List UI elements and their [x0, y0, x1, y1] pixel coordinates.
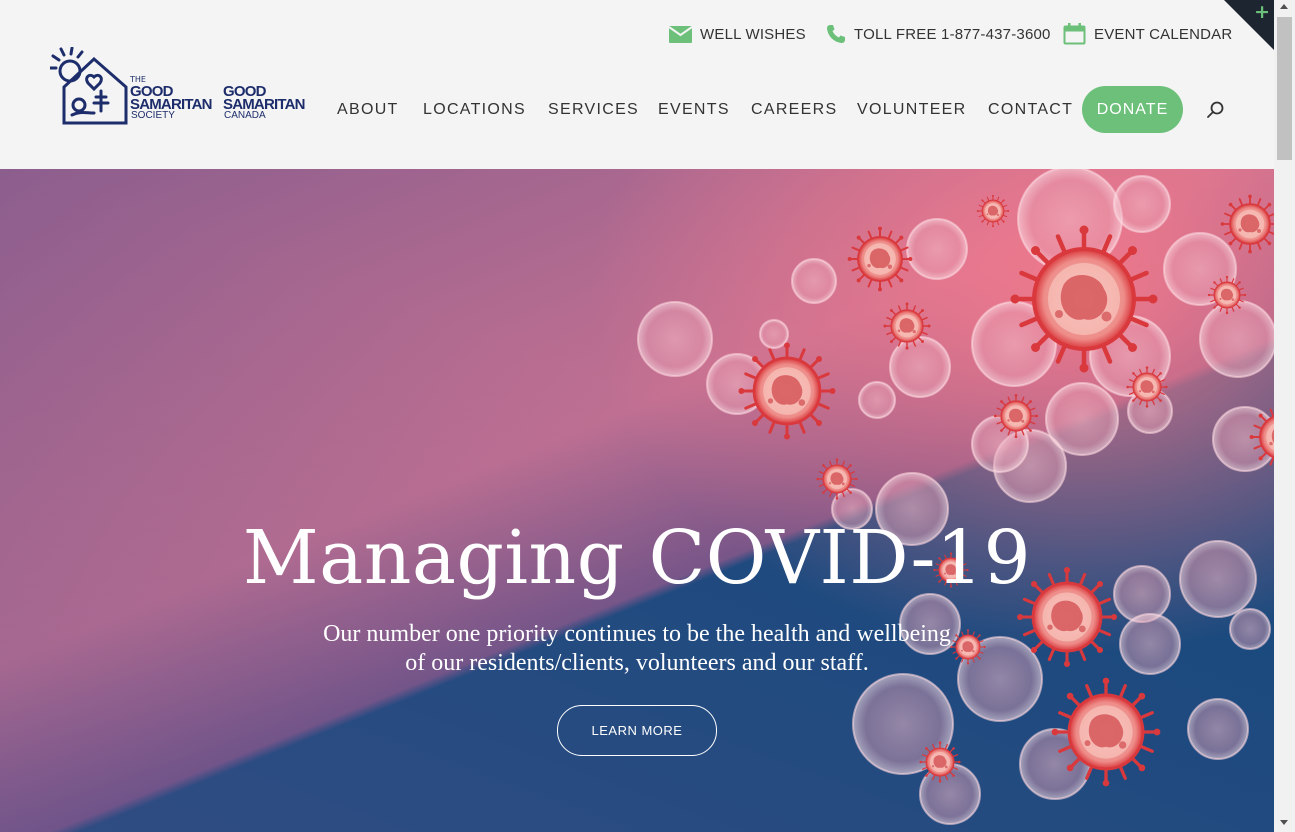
scrollbar-thumb[interactable]	[1277, 17, 1292, 160]
well-wishes-link[interactable]: WELL WISHES	[669, 22, 806, 46]
event-calendar-link[interactable]: EVENT CALENDAR	[1063, 22, 1232, 46]
logo-good-samaritan: GOOD SAMARITAN	[130, 83, 212, 113]
hero-subtitle: Our number one priority continues to be …	[237, 620, 1037, 678]
hero-subtitle-line-1: Our number one priority continues to be …	[323, 621, 951, 647]
nav-services[interactable]: SERVICES	[548, 101, 639, 123]
hero-title: Managing COVID-19	[242, 515, 1032, 601]
site-header: + WELL WISHES TOLL FREE 1-877-437-3600 E…	[0, 0, 1274, 169]
toll-free-link[interactable]: TOLL FREE 1-877-437-3600	[826, 22, 1051, 46]
envelope-icon	[669, 25, 692, 43]
toll-free-label: TOLL FREE 1-877-437-3600	[854, 25, 1051, 43]
nav-contact[interactable]: CONTACT	[988, 101, 1073, 123]
bubbles	[637, 169, 1274, 825]
logo-good-samaritan-canada: GOOD SAMARITAN	[223, 83, 305, 113]
donate-button[interactable]: DONATE	[1082, 86, 1183, 133]
calendar-icon	[1063, 23, 1086, 45]
search-icon[interactable]	[1206, 100, 1226, 120]
nav-events[interactable]: EVENTS	[658, 101, 730, 123]
logo-society: SOCIETY	[131, 110, 175, 121]
logo-house-mark	[48, 46, 128, 125]
phone-icon	[826, 24, 846, 44]
hero-subtitle-line-2: of our residents/clients, volunteers and…	[405, 650, 869, 676]
well-wishes-label: WELL WISHES	[700, 25, 806, 43]
page: + WELL WISHES TOLL FREE 1-877-437-3600 E…	[0, 0, 1274, 832]
site-logo[interactable]: THE GOOD SAMARITAN SOCIETY GOOD SAMARITA…	[48, 46, 310, 129]
scroll-up-arrow-icon[interactable]	[1280, 4, 1288, 9]
vertical-scrollbar[interactable]	[1274, 0, 1295, 832]
hero-banner: Managing COVID-19 Our number one priorit…	[0, 169, 1274, 832]
plus-icon[interactable]: +	[1254, 2, 1270, 22]
learn-more-button[interactable]: LEARN MORE	[557, 705, 717, 756]
nav-locations[interactable]: LOCATIONS	[423, 101, 526, 123]
nav-volunteer[interactable]: VOLUNTEER	[857, 101, 967, 123]
nav-about[interactable]: ABOUT	[337, 101, 399, 123]
scroll-down-arrow-icon[interactable]	[1280, 820, 1288, 825]
event-calendar-label: EVENT CALENDAR	[1094, 25, 1233, 43]
logo-canada: CANADA	[224, 110, 266, 121]
nav-careers[interactable]: CAREERS	[751, 101, 837, 123]
